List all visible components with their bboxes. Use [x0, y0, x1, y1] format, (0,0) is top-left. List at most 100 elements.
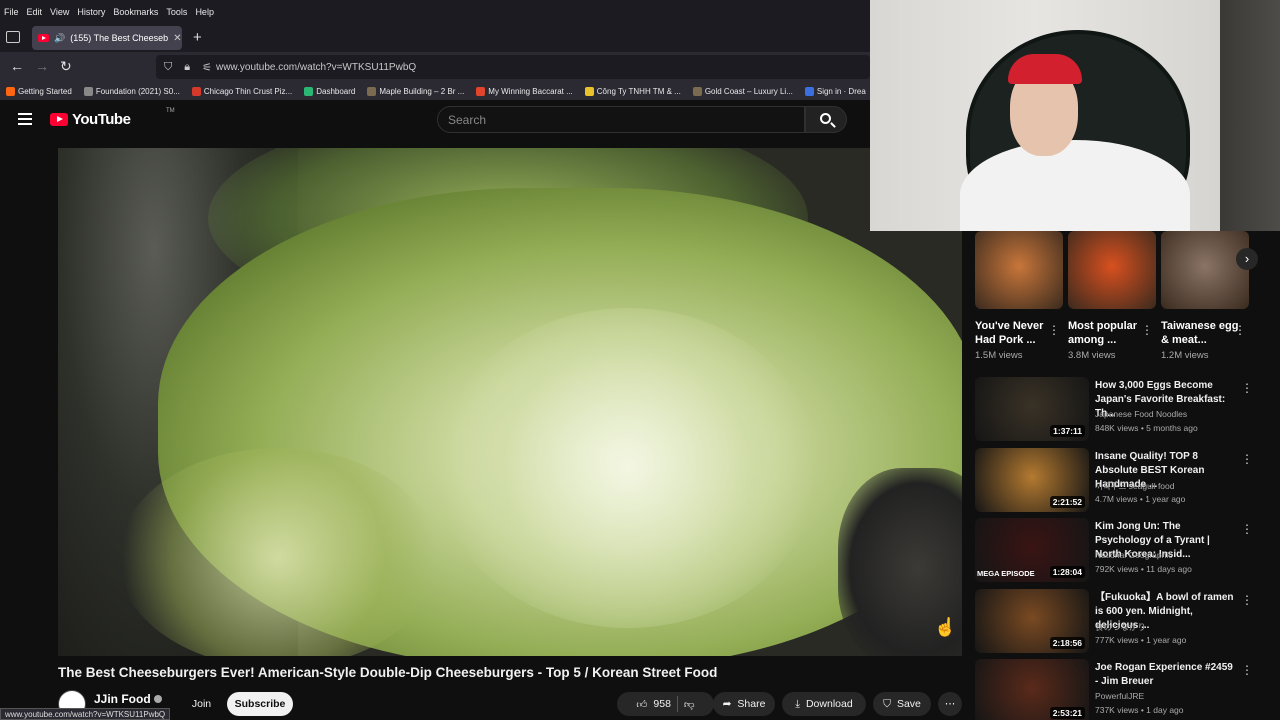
like-count[interactable]: 958	[653, 698, 671, 710]
bookmark-item[interactable]: Công Ty TNHH TM & ...	[579, 86, 687, 96]
tab-list-icon[interactable]	[6, 31, 20, 43]
share-button[interactable]: ➦ Share	[713, 692, 775, 716]
bookmark-label[interactable]: Sign in · Drea	[817, 87, 866, 96]
search-button[interactable]	[805, 106, 847, 133]
search-input[interactable]: Search	[437, 106, 805, 133]
bookmark-label[interactable]: Gold Coast – Luxury Li...	[705, 87, 793, 96]
short-thumbnail[interactable]	[1161, 231, 1249, 309]
join-button[interactable]: Join	[183, 692, 220, 716]
short-title[interactable]: Most popular among ...	[1068, 319, 1146, 347]
speaker-icon[interactable]: 🔊	[54, 33, 65, 44]
bookmark-favicon-icon	[191, 86, 201, 96]
channel-name[interactable]: National Geographic	[1095, 550, 1173, 560]
video-thumbnail[interactable]: 2:53:21	[975, 659, 1089, 720]
shorts-shelf: You've Never Had Pork ... 1.5M views ⋮ M…	[975, 231, 1257, 366]
dislike-icon[interactable]: 👎︎	[684, 698, 695, 711]
channel-name[interactable]: 食のつながり	[1095, 621, 1146, 633]
bookmark-label[interactable]: Foundation (2021) S0...	[96, 87, 180, 96]
video-menu-icon[interactable]: ⋮	[1241, 522, 1253, 536]
tab-youtube[interactable]: 🔊 (155) The Best Cheeseburg ✕	[32, 26, 182, 50]
bookmark-item[interactable]: Maple Building – 2 Br ...	[361, 86, 470, 96]
bookmark-item[interactable]: Chicago Thin Crust Piz...	[186, 86, 298, 96]
new-tab-icon[interactable]: +	[193, 29, 202, 46]
bookmark-label[interactable]: Công Ty TNHH TM & ...	[597, 87, 681, 96]
youtube-logo[interactable]: YouTube TM	[50, 108, 175, 128]
video-menu-icon[interactable]: ⋮	[1241, 663, 1253, 677]
channel-name[interactable]: JJin Food	[94, 692, 162, 706]
bookmark-label[interactable]: Dashboard	[316, 87, 355, 96]
bookmark-item[interactable]: Foundation (2021) S0...	[78, 86, 186, 96]
shield-icon[interactable]: ⛉	[164, 61, 172, 74]
forward-icon[interactable]: →	[35, 58, 49, 74]
recommendation-item[interactable]: 2:21:52 Insane Quality! TOP 8 Absolute B…	[975, 448, 1265, 514]
close-tab-icon[interactable]: ✕	[173, 33, 181, 44]
like-dislike-group: 👍︎ 958 👎︎	[617, 692, 714, 716]
bookmarks-toolbar: Getting Started Foundation (2021) S0... Ch…	[0, 82, 870, 100]
guide-menu-icon[interactable]	[18, 113, 32, 125]
video-thumbnail[interactable]: 2:18:56	[975, 589, 1089, 653]
short-item[interactable]: Taiwanese egg & meat... 1.2M views ⋮	[1161, 231, 1249, 361]
video-thumbnail[interactable]: 2:21:52	[975, 448, 1089, 512]
address-bar[interactable]: ⛉ 🔒︎ ⚟ www.youtube.com/watch?v=WTKSU11Pw…	[156, 55, 870, 79]
short-menu-icon[interactable]: ⋮	[1234, 323, 1246, 337]
lock-icon[interactable]: 🔒︎	[184, 61, 190, 74]
subscribe-button[interactable]: Subscribe	[227, 692, 293, 716]
video-menu-icon[interactable]: ⋮	[1241, 452, 1253, 466]
video-player[interactable]	[58, 148, 962, 656]
tab-title: (155) The Best Cheeseburg	[70, 33, 169, 43]
channel-name[interactable]: 끼룩푸드 seagull food	[1095, 480, 1174, 492]
menu-edit[interactable]: Edit	[23, 7, 47, 17]
bookmark-item[interactable]: Getting Started	[0, 86, 78, 96]
bookmark-label[interactable]: Chicago Thin Crust Piz...	[204, 87, 292, 96]
short-thumbnail[interactable]	[1068, 231, 1156, 309]
navigation-bar: ← → ↻ ⛉ 🔒︎ ⚟ www.youtube.com/watch?v=WTK…	[0, 52, 870, 82]
permissions-icon[interactable]: ⚟	[202, 61, 212, 74]
short-thumbnail[interactable]	[975, 231, 1063, 309]
short-title[interactable]: You've Never Had Pork ...	[975, 319, 1053, 347]
short-menu-icon[interactable]: ⋮	[1141, 323, 1153, 337]
bookmark-label[interactable]: Maple Building – 2 Br ...	[379, 87, 464, 96]
short-item[interactable]: Most popular among ... 3.8M views ⋮	[1068, 231, 1156, 361]
menu-bookmarks[interactable]: Bookmarks	[109, 7, 162, 17]
bookmark-item[interactable]: Gold Coast – Luxury Li...	[687, 86, 799, 96]
recommendation-item[interactable]: MEGA EPISODE 1:28:04 Kim Jong Un: The Psy…	[975, 518, 1265, 584]
back-icon[interactable]: ←	[10, 58, 24, 74]
recommendation-item[interactable]: 2:53:21 Joe Rogan Experience #2459 - Jim…	[975, 659, 1265, 720]
share-label: Share	[737, 698, 766, 710]
bookmark-item[interactable]: Sign in · Drea	[799, 86, 870, 96]
shelf-next-icon[interactable]: ›	[1236, 248, 1258, 270]
download-icon: ⤓	[795, 697, 800, 710]
channel-name[interactable]: PowerfulJRE	[1095, 691, 1144, 701]
video-thumbnail[interactable]: MEGA EPISODE 1:28:04	[975, 518, 1089, 582]
bookmark-label[interactable]: My Winning Baccarat ...	[488, 87, 572, 96]
menu-help[interactable]: Help	[191, 7, 218, 17]
bookmark-item[interactable]: Dashboard	[298, 86, 361, 96]
bookmark-item[interactable]: My Winning Baccarat ...	[470, 86, 578, 96]
save-button[interactable]: ⛉ Save	[873, 692, 931, 716]
channel-name-text[interactable]: JJin Food	[94, 692, 151, 706]
verified-icon	[153, 695, 162, 703]
menu-tools[interactable]: Tools	[162, 7, 191, 17]
short-menu-icon[interactable]: ⋮	[1048, 323, 1060, 337]
video-menu-icon[interactable]: ⋮	[1241, 593, 1253, 607]
menu-history[interactable]: History	[73, 7, 109, 17]
reload-icon[interactable]: ↻	[60, 58, 72, 75]
download-button[interactable]: ⤓ Download	[782, 692, 866, 716]
recommendation-item[interactable]: 2:18:56 【Fukuoka】A bowl of ramen is 600 …	[975, 589, 1265, 655]
menu-view[interactable]: View	[46, 7, 73, 17]
url-text[interactable]: www.youtube.com/watch?v=WTKSU11PwbQ	[216, 62, 416, 73]
video-menu-icon[interactable]: ⋮	[1241, 381, 1253, 395]
tab-strip: 🔊 (155) The Best Cheeseburg ✕ +	[0, 24, 870, 52]
menu-file[interactable]: File	[0, 7, 23, 17]
video-title[interactable]: Joe Rogan Experience #2459 - Jim Breuer	[1095, 661, 1235, 689]
screen: File Edit View History Bookmarks Tools H…	[0, 0, 1280, 720]
recommendation-item[interactable]: 1:37:11 How 3,000 Eggs Become Japan's Fa…	[975, 377, 1265, 443]
bookmark-label[interactable]: Getting Started	[18, 87, 72, 96]
like-icon[interactable]: 👍︎	[636, 698, 647, 711]
video-thumbnail[interactable]: 1:37:11	[975, 377, 1089, 441]
short-title[interactable]: Taiwanese egg & meat...	[1161, 319, 1239, 347]
bookmark-favicon-icon	[304, 86, 314, 96]
short-item[interactable]: You've Never Had Pork ... 1.5M views ⋮	[975, 231, 1063, 361]
channel-name[interactable]: Japanese Food Noodles	[1095, 409, 1187, 419]
more-actions-icon[interactable]: ⋯	[938, 692, 962, 716]
